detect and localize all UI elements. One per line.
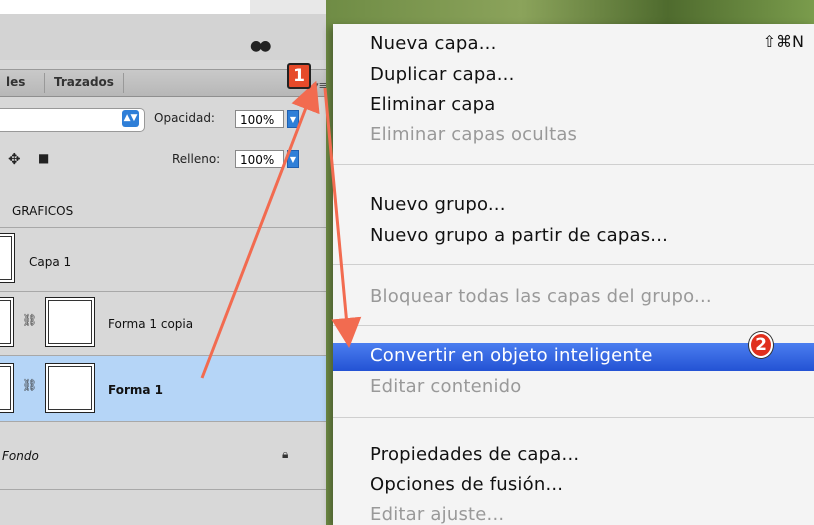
vector-mask-icon — [0, 297, 14, 347]
menu-separator — [333, 325, 814, 326]
collapse-icon[interactable]: ●● — [250, 38, 272, 54]
menu-item-delete-layer[interactable]: Eliminar capa — [370, 94, 495, 115]
layer-name: Forma 1 — [108, 383, 164, 397]
tab-layers[interactable]: les — [6, 75, 25, 89]
menu-separator — [333, 264, 814, 265]
step-badge-2: 2 — [749, 332, 773, 358]
layer-row-selected[interactable]: ⛓ Forma 1 — [0, 356, 326, 422]
layer-thumbnail — [0, 233, 15, 283]
fill-dropdown-button[interactable]: ▼ — [287, 150, 299, 168]
fill-field[interactable]: 100% — [235, 150, 284, 168]
layers-panel-menu: Nueva capa... ⇧⌘N Duplicar capa... Elimi… — [333, 24, 814, 525]
lock-icon: 🔒︎ — [282, 447, 289, 461]
menu-item-delete-hidden-layers: Eliminar capas ocultas — [370, 124, 578, 145]
panel-tab-bar: les Trazados — [0, 69, 326, 97]
layer-name: Capa 1 — [29, 255, 72, 269]
menu-item-edit-contents: Editar contenido — [370, 376, 522, 397]
blend-mode-stepper-icon[interactable]: ▲▼ — [122, 110, 139, 127]
opacity-label: Opacidad: — [154, 111, 215, 125]
menu-item-new-group[interactable]: Nuevo grupo... — [370, 194, 506, 215]
menu-item-edit-adjustment: Editar ajuste... — [370, 504, 505, 525]
fill-label: Relleno: — [172, 152, 221, 166]
menu-item-convert-smart-object[interactable]: Convertir en objeto inteligente — [370, 345, 653, 366]
panel-menu-icon[interactable]: ▾≡ — [313, 79, 326, 92]
opacity-dropdown-button[interactable]: ▼ — [287, 110, 299, 128]
layer-group-row[interactable]: GRAFICOS — [0, 193, 326, 228]
layer-name: Fondo — [2, 449, 39, 463]
link-icon[interactable]: ⛓ — [22, 378, 37, 392]
menu-item-layer-properties[interactable]: Propiedades de capa... — [370, 444, 579, 465]
menu-item-new-group-from-layers[interactable]: Nuevo grupo a partir de capas... — [370, 225, 668, 246]
tab-divider — [44, 73, 45, 93]
menu-item-blending-options[interactable]: Opciones de fusión... — [370, 474, 563, 495]
panel-top-gap — [250, 0, 326, 14]
menu-separator — [333, 417, 814, 418]
lock-all-icon[interactable]: ■ — [38, 151, 49, 165]
layer-row[interactable]: ⛓ Forma 1 copia — [0, 292, 326, 356]
menu-item-duplicate-layer[interactable]: Duplicar capa... — [370, 64, 515, 85]
panel-header-strip — [0, 14, 326, 60]
tab-paths[interactable]: Trazados — [54, 75, 114, 89]
layers-panel: ●● les Trazados ▾≡ ▲▼ Opacidad: 100% ▼ ✥… — [0, 0, 326, 525]
vector-mask-icon — [0, 363, 14, 413]
layer-thumbnail — [45, 297, 95, 347]
menu-item-lock-group-layers: Bloquear todas las capas del grupo... — [370, 286, 712, 307]
layer-row[interactable]: Fondo 🔒︎ — [0, 422, 326, 490]
step-badge-1: 1 — [287, 63, 311, 89]
group-name: GRAFICOS — [12, 204, 74, 218]
menu-separator — [333, 164, 814, 165]
menu-item-new-layer[interactable]: Nueva capa... — [370, 33, 497, 54]
opacity-field[interactable]: 100% — [235, 110, 284, 128]
tab-divider — [123, 73, 124, 93]
shortcut-new-layer: ⇧⌘N — [762, 32, 804, 51]
layer-thumbnail — [45, 363, 95, 413]
move-lock-icon[interactable]: ✥ — [8, 150, 21, 168]
link-icon[interactable]: ⛓ — [22, 313, 37, 327]
layer-row[interactable]: Capa 1 — [0, 228, 326, 292]
layer-name: Forma 1 copia — [108, 317, 194, 331]
